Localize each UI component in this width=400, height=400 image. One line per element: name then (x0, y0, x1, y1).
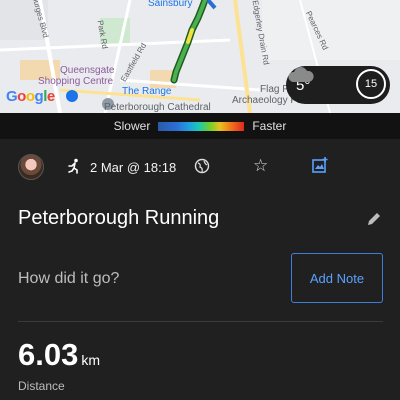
route-map[interactable]: Sainsbury Queensgate Shopping Centre The… (0, 0, 400, 113)
star-icon[interactable]: ☆ (253, 156, 268, 176)
add-note-button[interactable]: Add Note (291, 253, 383, 303)
how-did-it-go-prompt[interactable]: How did it go? (18, 270, 119, 288)
distance-value: 6.03 (18, 337, 79, 372)
activity-meta-row: 2 Mar @ 18:18 ☆ (18, 150, 388, 184)
running-icon (66, 158, 82, 177)
legend-slower-label: Slower (113, 119, 151, 133)
map-label-the-range: The Range (122, 86, 172, 97)
edit-pencil-icon[interactable] (366, 211, 382, 232)
speed-limit-badge: 15 (356, 69, 386, 99)
activity-date: 2 Mar @ 18:18 (90, 159, 177, 175)
distance-stat: 6.03 km (18, 337, 100, 373)
add-photo-icon[interactable] (311, 156, 329, 179)
avatar[interactable] (18, 154, 44, 180)
pace-legend: Slower Faster (0, 113, 400, 139)
google-logo: Google (6, 88, 55, 105)
weather-widget[interactable]: 5° 15 (286, 66, 390, 104)
map-label-sainsbury: Sainsbury (148, 0, 193, 9)
divider (18, 321, 383, 322)
map-label-cathedral: Peterborough Cathedral (104, 102, 211, 113)
distance-unit: km (81, 352, 101, 368)
distance-label: Distance (18, 379, 65, 393)
legend-faster-label: Faster (252, 119, 287, 133)
map-label-flag-fen: Flag F (260, 84, 289, 95)
map-label-shopping-centre: Shopping Centre (38, 76, 114, 87)
activity-title: Peterborough Running (18, 207, 220, 229)
globe-icon[interactable] (194, 158, 210, 179)
map-label-queensgate: Queensgate (60, 65, 115, 76)
pace-gradient-bar (158, 121, 245, 131)
